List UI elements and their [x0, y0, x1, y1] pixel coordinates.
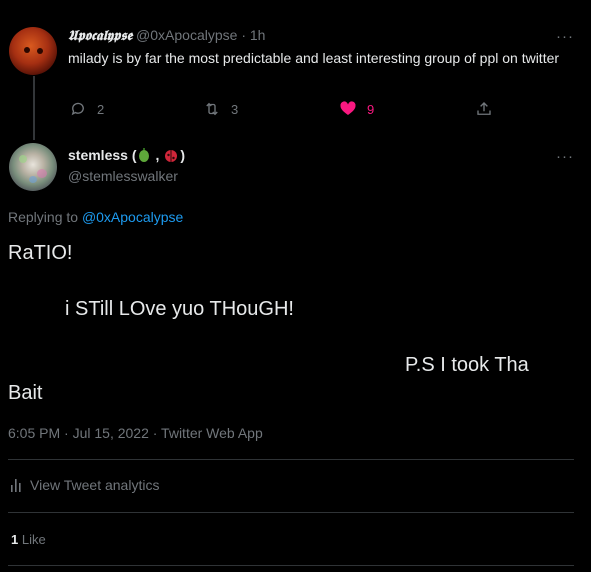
likes-label: Like: [21, 532, 46, 547]
tweet-line-3: P.S I took Tha: [405, 354, 529, 376]
retweet-count: 3: [231, 101, 239, 117]
reply-icon: [71, 102, 84, 116]
like-button[interactable]: 9: [339, 100, 374, 118]
replying-to-link[interactable]: @0xApocalypse: [82, 209, 183, 225]
avatar-dot-3: [29, 176, 37, 183]
likes-count: 1: [11, 532, 19, 547]
main-name-close: ): [180, 147, 186, 163]
main-name-text: stemless (: [68, 147, 137, 163]
parent-more-icon[interactable]: ···: [556, 29, 574, 44]
reply-count: 2: [97, 101, 105, 117]
ladybug-icon: [165, 150, 178, 162]
divider-1: [8, 459, 574, 460]
main-display-name[interactable]: stemless ( , ): [68, 147, 185, 163]
sprout-icon: [139, 148, 150, 162]
divider-3: [8, 565, 574, 566]
analytics-label: View Tweet analytics: [30, 477, 160, 493]
parent-header: 𝖀𝖕𝖔𝖈𝖆𝖑𝖞𝖕𝖘𝖊 @0xApocalypse · 1h: [68, 27, 265, 44]
retweet-button[interactable]: 3: [203, 100, 238, 118]
tweet-line-1: RaTIO!: [8, 242, 73, 264]
likes-summary[interactable]: 1 Like: [11, 532, 46, 547]
share-button[interactable]: [475, 100, 493, 118]
replying-prefix: Replying to: [8, 209, 79, 225]
divider-2: [8, 512, 574, 513]
heart-icon: [340, 101, 356, 115]
share-icon: [477, 102, 491, 115]
avatar-stemless[interactable]: [9, 143, 57, 191]
avatar-dot-1: [19, 155, 27, 163]
tweet-line-2: i STill LOve yuo THouGH!: [65, 298, 294, 320]
avatar-eye-right: [37, 48, 43, 54]
avatar-eye-left: [24, 47, 30, 53]
reply-button[interactable]: 2: [69, 100, 104, 118]
main-more-icon[interactable]: ···: [556, 149, 574, 164]
retweet-icon: [206, 102, 218, 116]
parent-handle[interactable]: @0xApocalypse: [136, 27, 237, 43]
avatar-apocalypse[interactable]: [9, 27, 57, 75]
like-count: 9: [367, 101, 375, 117]
thread-line: [33, 76, 35, 140]
main-handle[interactable]: @stemlesswalker: [68, 168, 178, 184]
analytics-icon: [11, 479, 21, 492]
tweet-line-4: Bait: [8, 382, 43, 404]
tweet-timestamp[interactable]: 6:05 PM · Jul 15, 2022 · Twitter Web App: [8, 425, 263, 441]
view-analytics-link[interactable]: View Tweet analytics: [10, 477, 159, 493]
avatar-dot-2: [37, 169, 47, 178]
parent-display-name[interactable]: 𝖀𝖕𝖔𝖈𝖆𝖑𝖞𝖕𝖘𝖊: [68, 28, 132, 44]
main-name-sep: ,: [155, 147, 160, 163]
parent-tweet-text: milady is by far the most predictable an…: [68, 50, 560, 66]
parent-time[interactable]: · 1h: [241, 27, 265, 43]
replying-to: Replying to @0xApocalypse: [8, 209, 183, 225]
